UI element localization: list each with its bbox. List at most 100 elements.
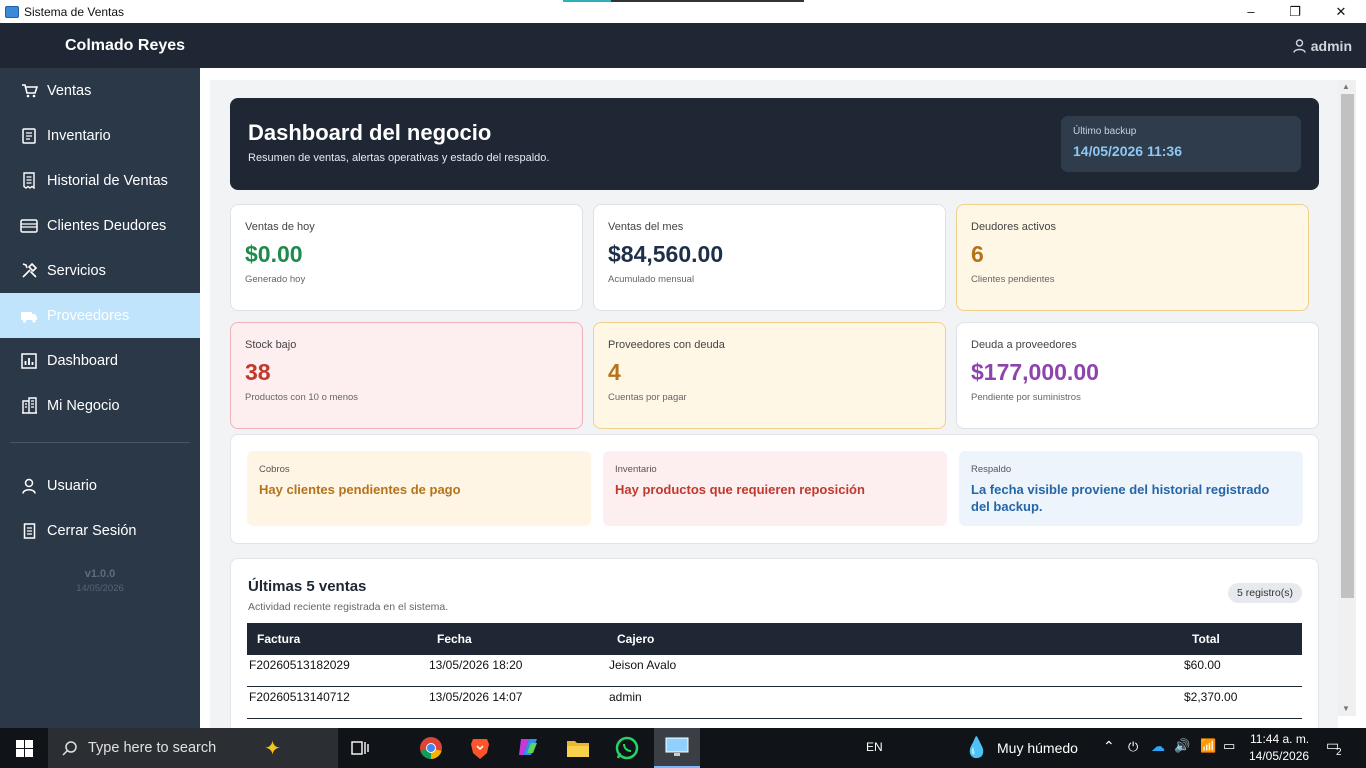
minimize-button[interactable]: –	[1228, 0, 1274, 23]
scroll-up-icon[interactable]: ▲	[1342, 82, 1350, 91]
meet-icon[interactable]: ⏻	[1128, 739, 1138, 755]
truck-icon	[20, 307, 38, 325]
stat-value: 38	[245, 359, 271, 385]
windows-taskbar: Type here to search ✦ EN 💧 Muy húmedo ⌃ …	[0, 728, 1366, 768]
column-header-cajero[interactable]: Cajero	[617, 623, 654, 655]
window-title: Sistema de Ventas	[24, 4, 125, 19]
whatsapp-icon[interactable]	[613, 734, 641, 762]
app-version: v1.0.0	[84, 568, 116, 580]
stat-sub: Clientes pendientes	[971, 274, 1055, 285]
cell-fecha: 13/05/2026 18:20	[429, 658, 523, 672]
sidebar-item-label: Inventario	[47, 127, 111, 144]
user-menu[interactable]: admin	[1293, 38, 1352, 54]
column-header-fecha[interactable]: Fecha	[437, 623, 472, 655]
stat-value: $177,000.00	[971, 359, 1099, 385]
brave-icon[interactable]	[466, 734, 494, 762]
vertical-scrollbar[interactable]: ▲ ▼	[1338, 80, 1356, 716]
sidebar-item-proveedores[interactable]: Proveedores	[0, 293, 200, 338]
stat-sub: Pendiente por suministros	[971, 392, 1081, 403]
file-explorer-icon[interactable]	[564, 734, 592, 762]
scroll-down-icon[interactable]: ▼	[1342, 704, 1350, 713]
taskbar-search[interactable]: Type here to search ✦	[48, 728, 338, 768]
scrollbar-thumb[interactable]	[1341, 94, 1354, 598]
stat-label: Ventas de hoy	[245, 221, 315, 233]
sidebar-item-clientes-deudores[interactable]: Clientes Deudores	[0, 203, 200, 248]
table-row[interactable]: F20260513140712 13/05/2026 14:07 admin $…	[247, 687, 1302, 719]
stat-label: Deuda a proveedores	[971, 339, 1077, 351]
volume-icon[interactable]: 🔊	[1174, 738, 1190, 754]
sidebar-item-inventario[interactable]: Inventario	[0, 113, 200, 158]
sidebar-item-dashboard[interactable]: Dashboard	[0, 338, 200, 383]
battery-icon[interactable]: ▭	[1223, 738, 1235, 754]
stat-value: $84,560.00	[608, 241, 724, 267]
dashboard-content: Dashboard del negocio Resumen de ventas,…	[210, 80, 1338, 728]
stat-card-stock-bajo: Stock bajo 38 Productos con 10 o menos	[230, 322, 583, 429]
close-button[interactable]: ✕	[1318, 0, 1364, 23]
m365-icon[interactable]	[515, 734, 543, 762]
table-row[interactable]: F20260513182029 13/05/2026 18:20 Jeison …	[247, 655, 1302, 687]
building-icon	[20, 397, 38, 415]
stat-label: Proveedores con deuda	[608, 339, 725, 351]
sidebar-item-usuario[interactable]: Usuario	[0, 463, 200, 508]
table-header: Factura Fecha Cajero Total	[247, 623, 1302, 655]
task-view-icon[interactable]	[346, 734, 374, 762]
app-version-date: 14/05/2026	[76, 583, 124, 594]
records-badge: 5 registro(s)	[1227, 583, 1302, 603]
page-subtitle: Resumen de ventas, alertas operativas y …	[248, 152, 550, 164]
sidebar: Ventas Inventario Historial de Ventas Cl…	[0, 68, 200, 728]
maximize-button[interactable]: ❐	[1272, 0, 1318, 23]
cell-cajero: Jeison Avalo	[609, 658, 677, 672]
alert-label: Cobros	[259, 464, 290, 475]
backup-value: 14/05/2026 11:36	[1073, 143, 1182, 159]
titlebar-accent	[563, 0, 611, 2]
main-area: Dashboard del negocio Resumen de ventas,…	[200, 68, 1366, 728]
search-placeholder: Type here to search	[88, 740, 217, 756]
alerts-panel: Cobros Hay clientes pendientes de pago I…	[230, 434, 1319, 544]
alert-label: Inventario	[615, 464, 657, 475]
stat-sub: Productos con 10 o menos	[245, 392, 359, 403]
cart-icon	[20, 82, 38, 100]
windows-start-icon[interactable]	[10, 734, 38, 762]
sidebar-item-label: Dashboard	[47, 352, 118, 369]
sidebar-item-historial[interactable]: Historial de Ventas	[0, 158, 200, 203]
sidebar-item-label: Usuario	[47, 477, 97, 494]
cell-factura: F20260513140712	[249, 690, 350, 704]
chevron-up-icon[interactable]: ⌃	[1103, 738, 1115, 755]
language-indicator[interactable]: EN	[866, 740, 883, 754]
card-icon	[20, 217, 38, 235]
alert-label: Respaldo	[971, 464, 1012, 475]
column-header-total[interactable]: Total	[1192, 623, 1220, 655]
stat-card-proveedores-deuda: Proveedores con deuda 4 Cuentas por paga…	[593, 322, 946, 429]
stat-sub: Cuentas por pagar	[608, 392, 687, 403]
stat-card-ventas-mes: Ventas del mes $84,560.00 Acumulado mens…	[593, 204, 946, 311]
sidebar-item-label: Cerrar Sesión	[47, 522, 137, 539]
chrome-icon[interactable]	[417, 734, 445, 762]
sidebar-item-mi-negocio[interactable]: Mi Negocio	[0, 383, 200, 428]
alert-cobros: Cobros Hay clientes pendientes de pago	[247, 451, 591, 526]
logout-icon	[20, 522, 38, 540]
sidebar-item-label: Mi Negocio	[47, 397, 120, 414]
sidebar-item-label: Ventas	[47, 82, 92, 99]
weather-text[interactable]: Muy húmedo	[997, 740, 1078, 756]
stat-label: Stock bajo	[245, 339, 297, 351]
cell-factura: F20260513182029	[249, 658, 350, 672]
stat-label: Deudores activos	[971, 221, 1056, 233]
backup-label: Último backup	[1073, 126, 1137, 137]
sidebar-item-servicios[interactable]: Servicios	[0, 248, 200, 293]
wifi-icon[interactable]: 📶	[1200, 738, 1216, 754]
clock-time[interactable]: 11:44 a. m.	[1250, 732, 1309, 746]
cell-fecha: 13/05/2026 14:07	[429, 690, 523, 704]
sidebar-item-ventas[interactable]: Ventas	[0, 68, 200, 113]
column-header-factura[interactable]: Factura	[257, 623, 300, 655]
clock-date[interactable]: 14/05/2026	[1249, 749, 1309, 763]
stat-sub: Generado hoy	[245, 274, 306, 285]
user-name: admin	[1310, 37, 1352, 54]
sidebar-item-cerrar-sesion[interactable]: Cerrar Sesión	[0, 508, 200, 553]
sistema-ventas-taskbar-icon[interactable]	[654, 728, 700, 768]
cloud-icon[interactable]: ☁	[1151, 738, 1165, 755]
stat-value: $0.00	[245, 241, 303, 267]
titlebar-accent-dark	[611, 0, 804, 2]
weather-icon: 💧	[964, 737, 989, 759]
sidebar-item-label: Clientes Deudores	[47, 217, 167, 234]
window-titlebar: Sistema de Ventas – ❐ ✕	[0, 0, 1366, 23]
